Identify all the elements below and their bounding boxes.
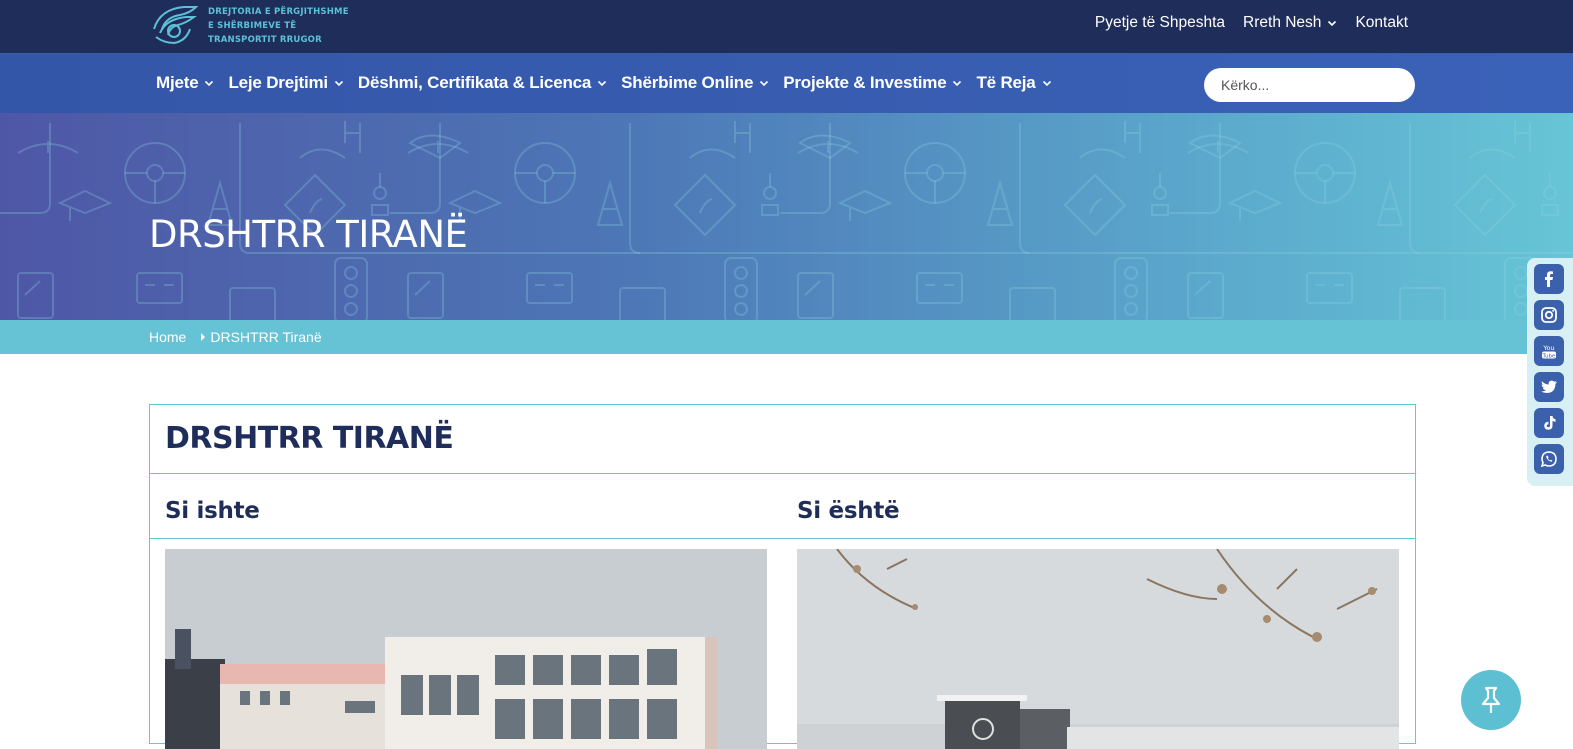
tiktok-icon [1544, 416, 1556, 430]
logo-text: DREJTORIA E PËRGJITHSHME E SHËRBIMEVE TË… [208, 5, 349, 47]
photo-after[interactable] [797, 549, 1399, 749]
facebook-icon [1545, 271, 1553, 287]
chevron-down-icon [598, 80, 607, 87]
top-link-about-label: Rreth Nesh [1243, 14, 1322, 31]
svg-text:Tube: Tube [1542, 353, 1557, 359]
twitter-link[interactable] [1534, 372, 1564, 402]
content-title: DRSHTRR TIRANË [165, 421, 454, 456]
top-link-contact-label: Kontakt [1355, 14, 1408, 31]
logo-line-1: DREJTORIA E PËRGJITHSHME [208, 7, 349, 17]
instagram-link[interactable] [1534, 300, 1564, 330]
divider [150, 473, 1415, 474]
nav-item-projekte[interactable]: Projekte & Investime [783, 73, 962, 93]
instagram-icon [1541, 307, 1557, 323]
chevron-down-icon [953, 80, 962, 87]
nav-item-label: Shërbime Online [621, 73, 754, 92]
site-logo[interactable]: DREJTORIA E PËRGJITHSHME E SHËRBIMEVE TË… [150, 3, 349, 47]
chevron-down-icon [1042, 80, 1051, 87]
nav-item-deshmi[interactable]: Dëshmi, Certifikata & Licenca [358, 73, 607, 93]
top-link-faq[interactable]: Pyetje të Shpeshta [1095, 14, 1225, 32]
main-nav: Mjete Leje Drejtimi Dëshmi, Certifikata … [0, 53, 1573, 113]
top-links: Pyetje të Shpeshta Rreth Nesh Kontakt [1095, 14, 1408, 32]
social-sidebar: You Tube [1527, 258, 1573, 486]
logo-line-2: E SHËRBIMEVE TË [208, 21, 297, 31]
logo-emblem-icon [153, 6, 199, 45]
chevron-down-icon [760, 80, 769, 87]
pin-button[interactable] [1461, 670, 1521, 730]
building-before-image [165, 549, 767, 749]
breadcrumb-current: DRSHTRR Tiranë [210, 329, 322, 345]
column-heading-before: Si ishte [165, 498, 260, 524]
svg-text:You: You [1542, 344, 1554, 352]
whatsapp-icon [1540, 451, 1557, 468]
breadcrumb: Home DRSHTRR Tiranë [0, 320, 1573, 354]
chevron-down-icon [205, 80, 214, 87]
divider [150, 538, 1415, 539]
top-link-about[interactable]: Rreth Nesh [1243, 14, 1337, 32]
youtube-icon: YouTube [1542, 344, 1557, 359]
nav-item-label: Mjete [156, 73, 199, 92]
chevron-down-icon [334, 80, 343, 87]
top-bar: DREJTORIA E PËRGJITHSHME E SHËRBIMEVE TË… [0, 0, 1573, 53]
nav-item-sherbime-online[interactable]: Shërbime Online [621, 73, 769, 93]
caret-right-icon [201, 333, 206, 341]
nav-item-te-reja[interactable]: Të Reja [976, 73, 1051, 93]
search-input[interactable] [1204, 68, 1415, 102]
page-hero: DRSHTRR TIRANË [0, 113, 1573, 320]
nav-menu: Mjete Leje Drejtimi Dëshmi, Certifikata … [156, 73, 1052, 93]
nav-item-label: Të Reja [976, 73, 1036, 92]
nav-item-label: Dëshmi, Certifikata & Licenca [357, 73, 592, 92]
twitter-icon [1541, 380, 1557, 393]
pin-icon [1481, 686, 1501, 713]
logo-line-3: TRANSPORTIT RRUGOR [208, 35, 322, 45]
tiktok-link[interactable] [1534, 408, 1564, 438]
column-heading-after: Si është [797, 498, 900, 524]
page-title: DRSHTRR TIRANË [149, 213, 468, 256]
facebook-link[interactable] [1534, 264, 1564, 294]
nav-item-label: Projekte & Investime [783, 73, 947, 92]
breadcrumb-home-link[interactable]: Home [149, 329, 186, 345]
nav-item-label: Leje Drejtimi [228, 73, 328, 92]
whatsapp-link[interactable] [1534, 444, 1564, 474]
nav-item-mjete[interactable]: Mjete [156, 73, 214, 93]
photo-before[interactable] [165, 549, 767, 749]
top-link-faq-label: Pyetje të Shpeshta [1094, 14, 1226, 31]
building-after-image [797, 549, 1399, 749]
content-card: DRSHTRR TIRANË Si ishte Si është [149, 404, 1416, 749]
youtube-link[interactable]: You Tube [1534, 336, 1564, 366]
chevron-down-icon [1328, 20, 1337, 27]
nav-item-leje-drejtimi[interactable]: Leje Drejtimi [228, 73, 343, 93]
top-link-contact[interactable]: Kontakt [1355, 14, 1408, 32]
